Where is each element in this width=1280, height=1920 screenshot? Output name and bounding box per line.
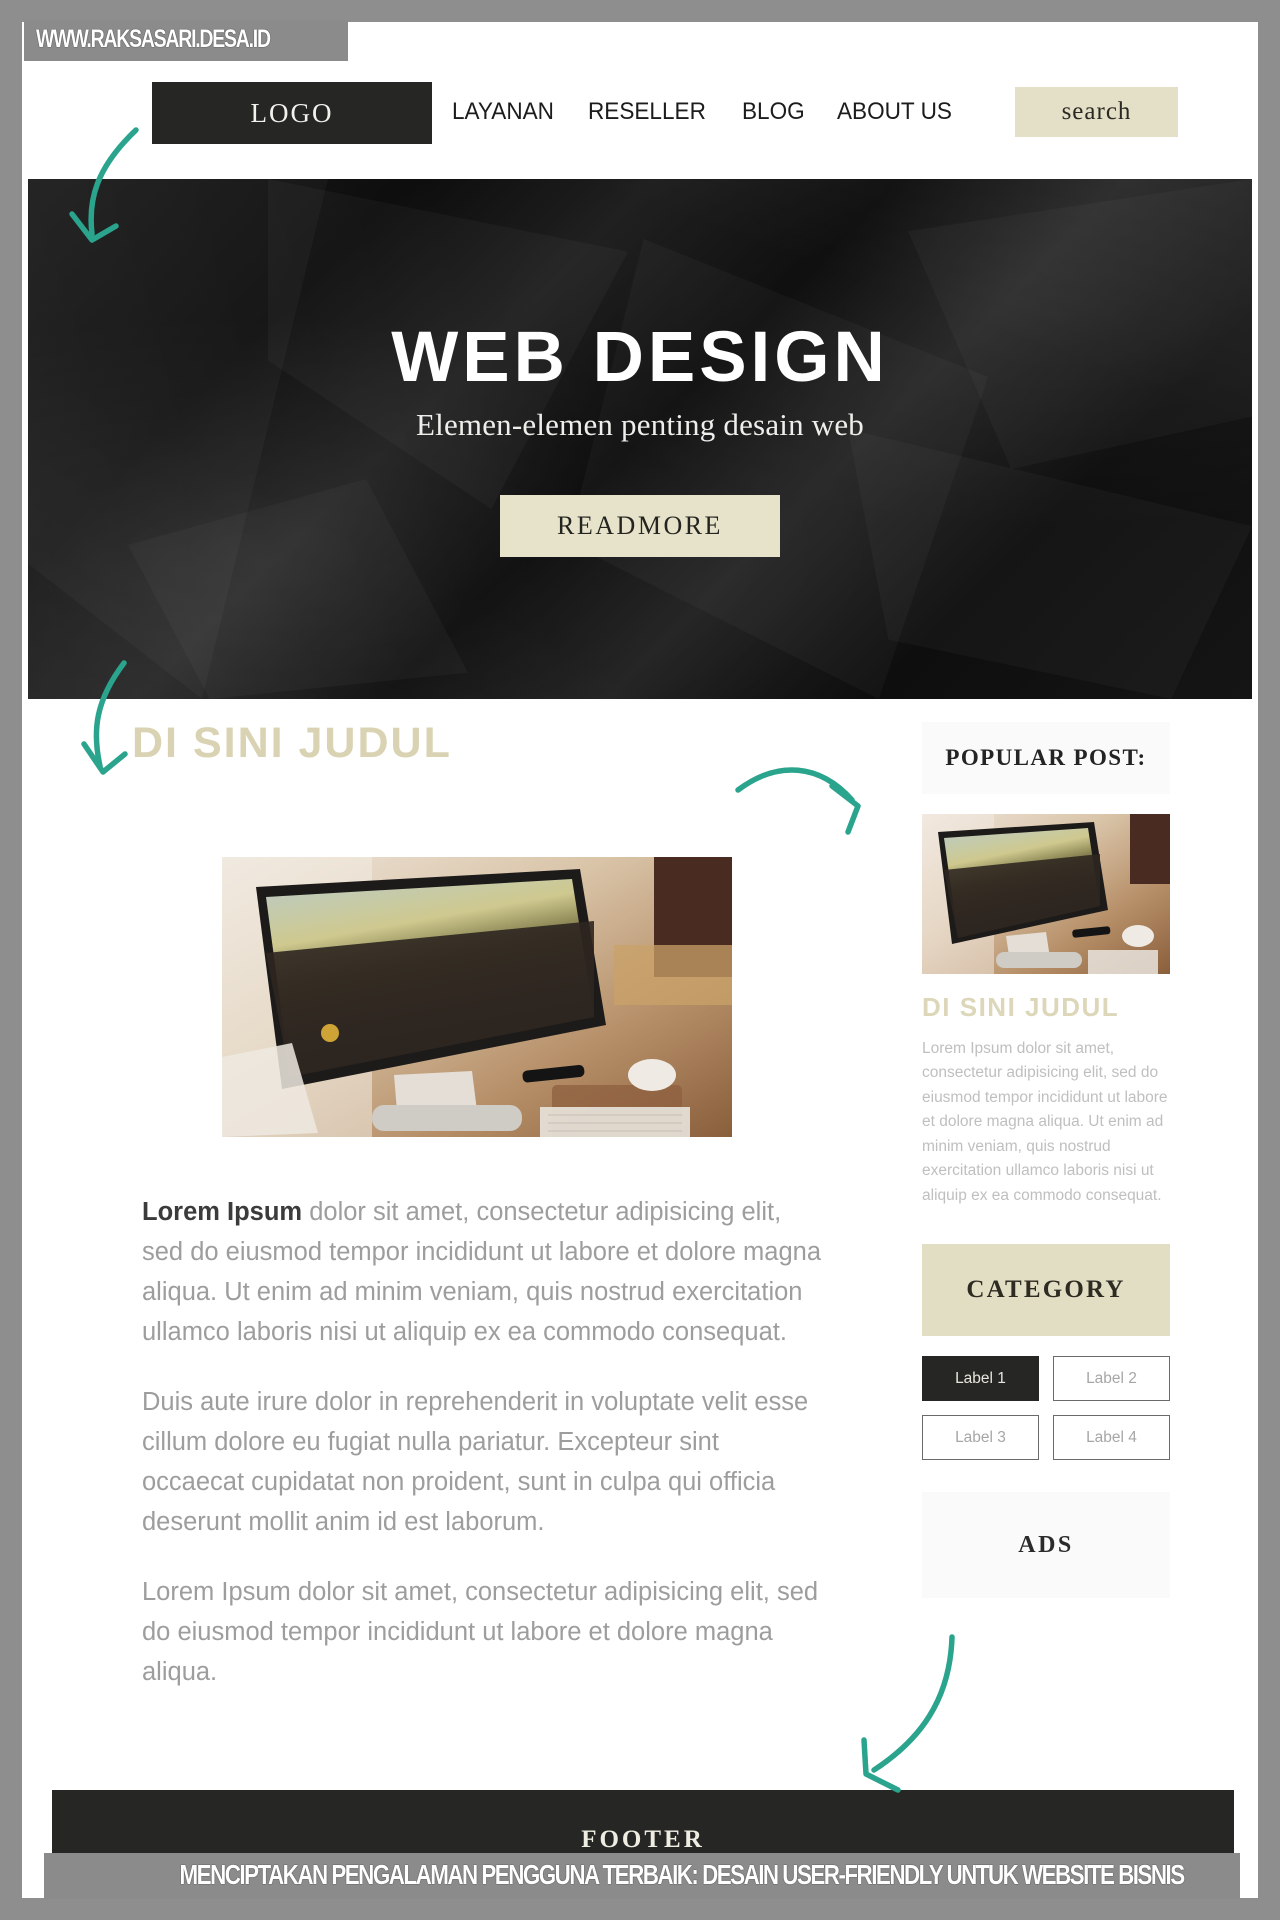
category-label-4[interactable]: Label 4 — [1053, 1415, 1170, 1461]
article-paragraph-1: Lorem Ipsum dolor sit amet, consectetur … — [142, 1192, 822, 1352]
category-header: CATEGORY — [922, 1244, 1170, 1337]
search-button[interactable]: search — [1015, 87, 1178, 137]
main-column: DI SINI JUDUL Lorem Ipsum dolor sit amet… — [132, 719, 822, 1687]
watermark-caption-ribbon: MENCIPTAKAN PENGALAMAN PENGGUNA TERBAIK:… — [44, 1853, 1240, 1899]
category-label-grid: Label 1 Label 2 Label 3 Label 4 — [922, 1356, 1170, 1461]
logo[interactable]: LOGO — [152, 82, 432, 144]
page-title: DI SINI JUDUL — [132, 719, 452, 767]
article-paragraph-2: Duis aute irure dolor in reprehenderit i… — [142, 1388, 809, 1537]
logo-text: LOGO — [250, 97, 334, 128]
article-image-graphic — [222, 857, 732, 1137]
page-frame: LOGO LAYANAN RESELLER BLOG ABOUT US sear… — [22, 22, 1258, 1898]
search-button-label: search — [1061, 98, 1132, 125]
watermark-url-text: WWW.RAKSASARI.DESA.ID — [36, 25, 271, 53]
main-navigation: LAYANAN RESELLER BLOG ABOUT US — [452, 98, 959, 126]
ads-label: ADS — [1018, 1531, 1074, 1558]
category-label-3[interactable]: Label 3 — [922, 1415, 1039, 1461]
nav-item-layanan[interactable]: LAYANAN — [452, 98, 554, 126]
popular-post-item-text: Lorem Ipsum dolor sit amet, consectetur … — [922, 1040, 1168, 1204]
hero-subtitle: Elemen-elemen penting desain web — [416, 406, 864, 442]
nav-item-about-us[interactable]: ABOUT US — [837, 98, 952, 126]
article-paragraph-3: Lorem Ipsum dolor sit amet, consectetur … — [142, 1578, 819, 1687]
popular-post-header: POPULAR POST: — [922, 722, 1170, 794]
popular-post-thumbnail-graphic — [922, 814, 1170, 974]
hero-title: WEB DESIGN — [391, 317, 889, 397]
category-label-1[interactable]: Label 1 — [922, 1356, 1039, 1402]
watermark-url-ribbon: WWW.RAKSASARI.DESA.ID — [24, 20, 348, 61]
popular-post-title: POPULAR POST: — [945, 745, 1147, 770]
article-body: Lorem Ipsum dolor sit amet, consectetur … — [142, 1192, 822, 1722]
readmore-button[interactable]: READMORE — [500, 494, 780, 557]
nav-item-blog[interactable]: BLOG — [742, 98, 805, 126]
article-image — [222, 857, 732, 1137]
footer-label: FOOTER — [581, 1826, 705, 1853]
ads-placeholder[interactable]: ADS — [922, 1492, 1170, 1599]
sidebar: POPULAR POST: DI SINI JUDUL Lorem Ipsum … — [922, 722, 1170, 1599]
watermark-caption-text: MENCIPTAKAN PENGALAMAN PENGGUNA TERBAIK:… — [179, 1859, 1186, 1890]
popular-post-thumbnail[interactable] — [922, 814, 1170, 974]
article-lead-text: Lorem Ipsum — [142, 1198, 303, 1226]
readmore-button-label: READMORE — [557, 510, 723, 540]
category-title: CATEGORY — [966, 1276, 1126, 1304]
category-label-2[interactable]: Label 2 — [1053, 1356, 1170, 1402]
site-header: LOGO LAYANAN RESELLER BLOG ABOUT US sear… — [22, 60, 1258, 178]
hero-content: WEB DESIGN Elemen-elemen penting desain … — [28, 179, 1252, 699]
hero-banner: WEB DESIGN Elemen-elemen penting desain … — [28, 179, 1252, 699]
nav-item-reseller[interactable]: RESELLER — [588, 98, 706, 126]
popular-post-item-title: DI SINI JUDUL — [922, 992, 1120, 1022]
